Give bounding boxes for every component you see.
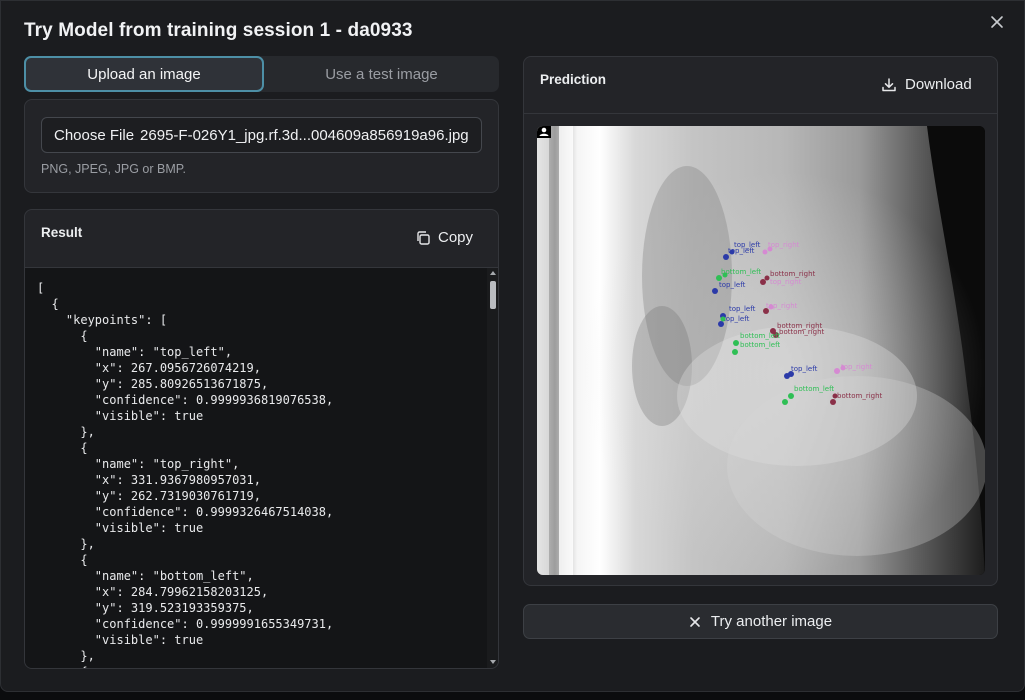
prediction-panel: Prediction Download top_left top_left to… xyxy=(523,56,998,586)
xray-image: top_left top_left top_right bottom_left … xyxy=(537,126,985,575)
x-icon xyxy=(690,616,700,627)
file-name: 2695-F-026Y1_jpg.rf.3d...004609a856919a9… xyxy=(140,126,469,144)
kp-label-top-left-5: top_left xyxy=(723,315,750,323)
kp-label-bottom-left-2: bottom_left xyxy=(740,332,780,340)
result-title: Result xyxy=(41,225,83,240)
file-input[interactable]: Choose File 2695-F-026Y1_jpg.rf.3d...004… xyxy=(41,117,482,153)
download-label: Download xyxy=(905,76,972,93)
tab-use-test-image[interactable]: Use a test image xyxy=(264,56,499,92)
scrollbar-thumb[interactable] xyxy=(490,281,496,309)
kp-label-top-left-6: top_left xyxy=(791,365,818,373)
file-type-hint: PNG, JPEG, JPG or BMP. xyxy=(41,162,186,176)
close-icon xyxy=(991,16,1003,28)
kp-label-top-right-4: top_right xyxy=(841,363,873,371)
copy-button[interactable]: Copy xyxy=(415,229,473,246)
kp-label-top-left-3: top_left xyxy=(719,281,746,289)
kp-label-bottom-right-4: bottom_right xyxy=(837,392,883,400)
kp-label-top-right-3: top_right xyxy=(766,302,798,310)
kp-label-bottom-right: bottom_right xyxy=(770,270,816,278)
scroll-down-arrow[interactable] xyxy=(490,660,496,664)
prediction-image: top_left top_left top_right bottom_left … xyxy=(537,126,985,575)
prediction-header: Prediction Download xyxy=(524,57,997,114)
copy-icon xyxy=(417,230,430,245)
copy-label: Copy xyxy=(438,229,474,246)
modal-title: Try Model from training session 1 - da09… xyxy=(24,20,413,41)
kp-label-top-right-2: top_right xyxy=(770,278,802,286)
person-icon xyxy=(537,126,551,138)
kp-label-top-right: top_right xyxy=(768,241,800,249)
download-icon xyxy=(882,77,896,91)
result-panel: Result Copy [ { "keypoints": [ { "name":… xyxy=(24,209,499,669)
download-button[interactable]: Download xyxy=(881,76,972,93)
prediction-title: Prediction xyxy=(540,72,607,87)
try-another-image-button[interactable]: Try another image xyxy=(523,604,998,639)
try-another-label: Try another image xyxy=(710,613,833,630)
result-json: [ { "keypoints": [ { "name": "top_left",… xyxy=(25,268,487,668)
choose-file-button[interactable]: Choose File xyxy=(54,127,134,144)
kp-label-top-left-2: top_left xyxy=(728,247,755,255)
result-header: Result Copy xyxy=(25,210,498,268)
scroll-up-arrow[interactable] xyxy=(490,271,496,275)
kp-label-bottom-right-3: bottom_right xyxy=(779,328,825,336)
upload-mode-tabs: Upload an image Use a test image xyxy=(24,56,499,92)
result-scrollbar[interactable] xyxy=(487,268,498,668)
upload-panel: Choose File 2695-F-026Y1_jpg.rf.3d...004… xyxy=(24,99,499,193)
kp-label-top-left-4: top_left xyxy=(729,305,756,313)
tab-upload-image[interactable]: Upload an image xyxy=(24,56,264,92)
kp-label-bottom-left-4: bottom_left xyxy=(794,385,834,393)
kp-label-bottom-left: bottom_left xyxy=(721,268,761,276)
close-button[interactable] xyxy=(987,12,1007,32)
modal-dialog: Try Model from training session 1 - da09… xyxy=(0,0,1025,692)
kp-label-bottom-left-3: bottom_left xyxy=(740,341,780,349)
